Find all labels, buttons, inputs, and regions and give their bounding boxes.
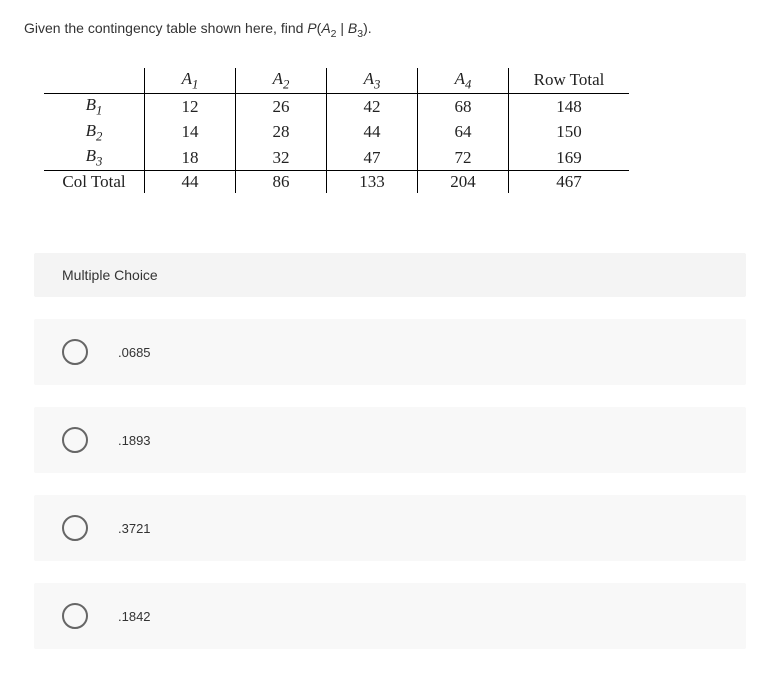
question-prompt: Given the contingency table shown here, … <box>24 20 756 40</box>
header-a3: A3 <box>327 68 418 94</box>
cell: 28 <box>236 120 327 145</box>
row-label: B1 <box>44 94 145 120</box>
table-row: B2 14 28 44 64 150 <box>44 120 629 145</box>
expr-A: A <box>321 20 330 36</box>
radio-icon[interactable] <box>62 427 88 453</box>
question-prefix: Given the contingency table shown here, … <box>24 20 307 36</box>
cell: 44 <box>327 120 418 145</box>
cell: 44 <box>145 171 236 194</box>
header-a4: A4 <box>418 68 509 94</box>
table-row-coltotal: Col Total 44 86 133 204 467 <box>44 171 629 194</box>
radio-icon[interactable] <box>62 339 88 365</box>
cell: 32 <box>236 145 327 171</box>
contingency-table: A1 A2 A3 A4 Row Total B1 12 26 42 68 148… <box>44 68 629 194</box>
contingency-table-wrap: A1 A2 A3 A4 Row Total B1 12 26 42 68 148… <box>44 68 756 194</box>
option-label: .0685 <box>118 345 151 360</box>
header-row-total: Row Total <box>509 68 630 94</box>
cell: 133 <box>327 171 418 194</box>
table-row: B3 18 32 47 72 169 <box>44 145 629 171</box>
cell: 148 <box>509 94 630 120</box>
header-a2: A2 <box>236 68 327 94</box>
expr-close: ). <box>363 20 372 36</box>
option-label: .1893 <box>118 433 151 448</box>
option-row[interactable]: .1893 <box>34 407 746 473</box>
cell: 18 <box>145 145 236 171</box>
cell: 42 <box>327 94 418 120</box>
cell: 86 <box>236 171 327 194</box>
radio-icon[interactable] <box>62 603 88 629</box>
cell: 12 <box>145 94 236 120</box>
cell: 26 <box>236 94 327 120</box>
radio-icon[interactable] <box>62 515 88 541</box>
col-total-label: Col Total <box>44 171 145 194</box>
table-header-row: A1 A2 A3 A4 Row Total <box>44 68 629 94</box>
option-row[interactable]: .1842 <box>34 583 746 649</box>
option-row[interactable]: .0685 <box>34 319 746 385</box>
cell: 150 <box>509 120 630 145</box>
expr-B: B <box>348 20 357 36</box>
cell: 14 <box>145 120 236 145</box>
header-blank <box>44 68 145 94</box>
multiple-choice-heading: Multiple Choice <box>34 253 746 297</box>
option-row[interactable]: .3721 <box>34 495 746 561</box>
row-label: B2 <box>44 120 145 145</box>
expr-given: | <box>337 20 348 36</box>
table-row: B1 12 26 42 68 148 <box>44 94 629 120</box>
option-label: .3721 <box>118 521 151 536</box>
cell: 204 <box>418 171 509 194</box>
cell: 47 <box>327 145 418 171</box>
cell: 64 <box>418 120 509 145</box>
cell: 169 <box>509 145 630 171</box>
expr-P: P <box>307 20 316 36</box>
header-a1: A1 <box>145 68 236 94</box>
cell: 467 <box>509 171 630 194</box>
option-label: .1842 <box>118 609 151 624</box>
cell: 72 <box>418 145 509 171</box>
cell: 68 <box>418 94 509 120</box>
row-label: B3 <box>44 145 145 171</box>
